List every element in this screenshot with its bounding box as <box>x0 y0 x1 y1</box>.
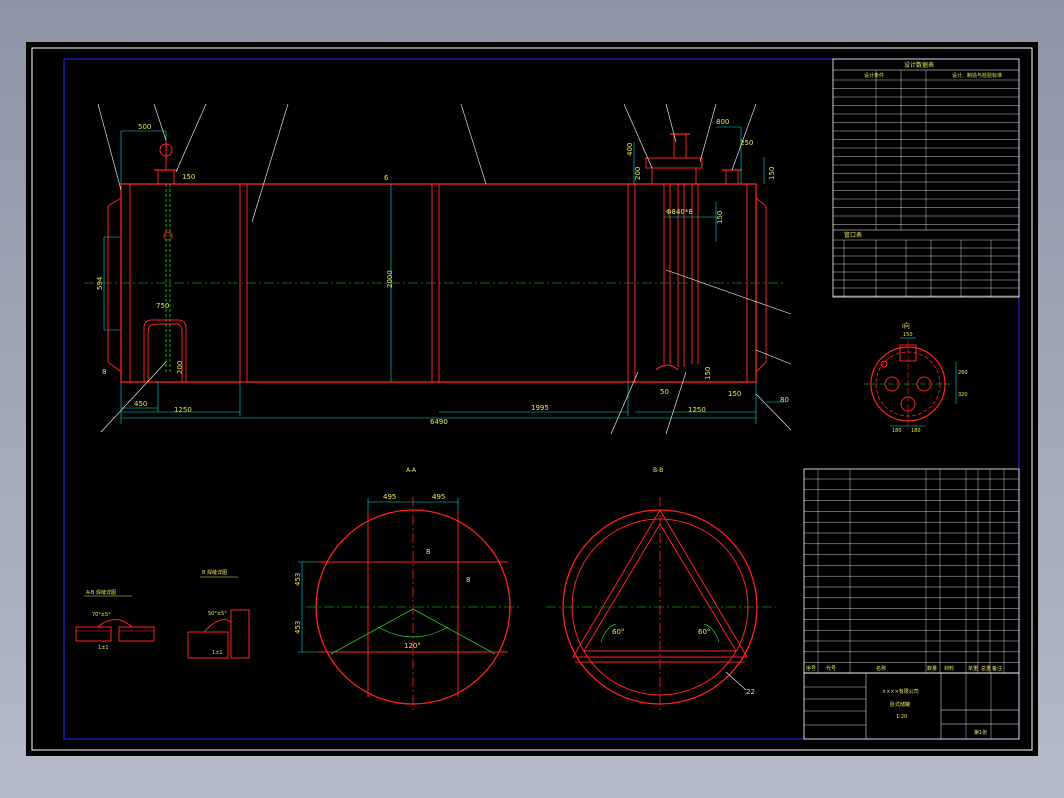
top-detail-dim-180-right: 180 <box>911 428 921 434</box>
drawing-sheet: 500 150 594 750 200 8 450 1250 1995 1250… <box>26 42 1038 756</box>
top-detail-dim-260: 260 <box>958 370 968 376</box>
outer-frame <box>31 47 1033 751</box>
dim-6: 6 <box>384 174 389 182</box>
weld-left-dim: 1±1 <box>98 645 109 651</box>
section-a-a: A-A 495 495 453 453 8 8 120° <box>294 467 521 712</box>
section-a-dim-8-lower: 8 <box>466 576 470 584</box>
section-a-dim-495-left: 495 <box>383 493 396 501</box>
dim-150-b: 150 <box>768 167 776 180</box>
dim-200-r: 200 <box>634 167 642 180</box>
section-a-dim-453-lower: 453 <box>294 621 302 634</box>
weld-right-angle: 50°±5° <box>208 611 227 617</box>
dim-1250-left: 1250 <box>174 406 192 414</box>
dim-800: 800 <box>716 118 729 126</box>
dim-80: 80 <box>780 396 789 404</box>
parts-header-cell: 材料 <box>944 665 954 672</box>
dim-1250-right: 1250 <box>688 406 706 414</box>
parts-header-cell: 备注 <box>992 665 1002 672</box>
dim-450: 450 <box>134 400 147 408</box>
parts-header-cell: 数量 <box>927 665 937 672</box>
weld-left-title: A-B 焊缝详图 <box>86 589 116 596</box>
dim-750: 750 <box>156 302 169 310</box>
design-table-title: 设计数据表 <box>904 61 934 69</box>
dim-200: 200 <box>176 361 184 374</box>
dim-1995: 1995 <box>531 404 549 412</box>
section-b-angle-right: 60° <box>698 628 710 636</box>
section-a-dim-495-right: 495 <box>432 493 445 501</box>
parts-header-cell: 名称 <box>876 665 886 672</box>
dim-150-d: 150 <box>704 367 712 380</box>
design-table-header-right: 设计、制造与检验标准 <box>952 72 1002 79</box>
drawing-border <box>63 58 1020 740</box>
weld-right-dim: 1±1 <box>212 650 223 656</box>
parts-list: 序号 代号 名称 数量 材料 单重 总重 备注 <box>803 468 1020 674</box>
title-block-sheet: 第1张 <box>974 729 987 736</box>
section-a-title: A-A <box>406 467 417 474</box>
weld-detail-left: A-B 焊缝详图 70°±5° 1±1 <box>75 589 155 651</box>
top-detail: I向 150 180 180 260 320 <box>864 322 968 434</box>
section-b-angle-left: 60° <box>612 628 624 636</box>
dim-250: 250 <box>740 139 753 147</box>
design-data-table: 设计数据表 设计条件 设计、制造与检验标准 管口表 <box>832 58 1020 298</box>
section-b-b: B-B 60° 60° 22 <box>546 467 776 712</box>
dim-2000: 2000 <box>386 270 394 288</box>
weld-left-angle: 70°±5° <box>92 612 111 618</box>
dim-400: 400 <box>626 143 634 156</box>
title-block-scale: 1:20 <box>896 714 907 720</box>
top-detail-dim-180-left: 180 <box>892 428 902 434</box>
dim-150: 150 <box>182 173 195 181</box>
dim-500: 500 <box>138 123 151 131</box>
parts-header-cell: 单重 <box>968 665 978 672</box>
top-detail-title: I向 <box>902 322 910 330</box>
dim-8: 8 <box>102 368 106 376</box>
top-detail-dim-150: 150 <box>903 332 913 338</box>
cad-drawing: 500 150 594 750 200 8 450 1250 1995 1250… <box>31 47 1033 751</box>
section-a-angle: 120° <box>404 642 421 650</box>
dim-pipe-diameter: Φ840*8 <box>666 208 693 216</box>
title-block: ××××有限公司 卧式储罐 1:20 第1张 <box>803 672 1020 740</box>
parts-header-cell: 代号 <box>826 665 836 672</box>
dim-150-e: 150 <box>728 390 741 398</box>
title-block-drawing-name: 卧式储罐 <box>890 701 910 708</box>
section-b-leader-label: 22 <box>746 688 755 696</box>
weld-detail-right: B 焊缝详图 50°±5° 1±1 <box>187 569 250 659</box>
dim-594: 594 <box>96 276 104 290</box>
dim-150-c: 150 <box>716 211 724 224</box>
section-a-dim-8-upper: 8 <box>426 548 430 556</box>
top-detail-dim-320: 320 <box>958 392 968 398</box>
dim-6490: 6490 <box>430 418 448 426</box>
parts-header-cell: 总重 <box>981 665 991 672</box>
nozzle-table-title: 管口表 <box>844 231 862 239</box>
weld-right-title: B 焊缝详图 <box>202 569 227 576</box>
dim-50: 50 <box>660 388 669 396</box>
main-elevation: 500 150 594 750 200 8 450 1250 1995 1250… <box>84 103 792 435</box>
parts-header-cell: 序号 <box>806 665 816 672</box>
title-block-company: ××××有限公司 <box>882 688 919 695</box>
section-a-dim-453-upper: 453 <box>294 573 302 586</box>
design-table-header-left: 设计条件 <box>864 72 884 79</box>
section-b-title: B-B <box>653 467 663 474</box>
